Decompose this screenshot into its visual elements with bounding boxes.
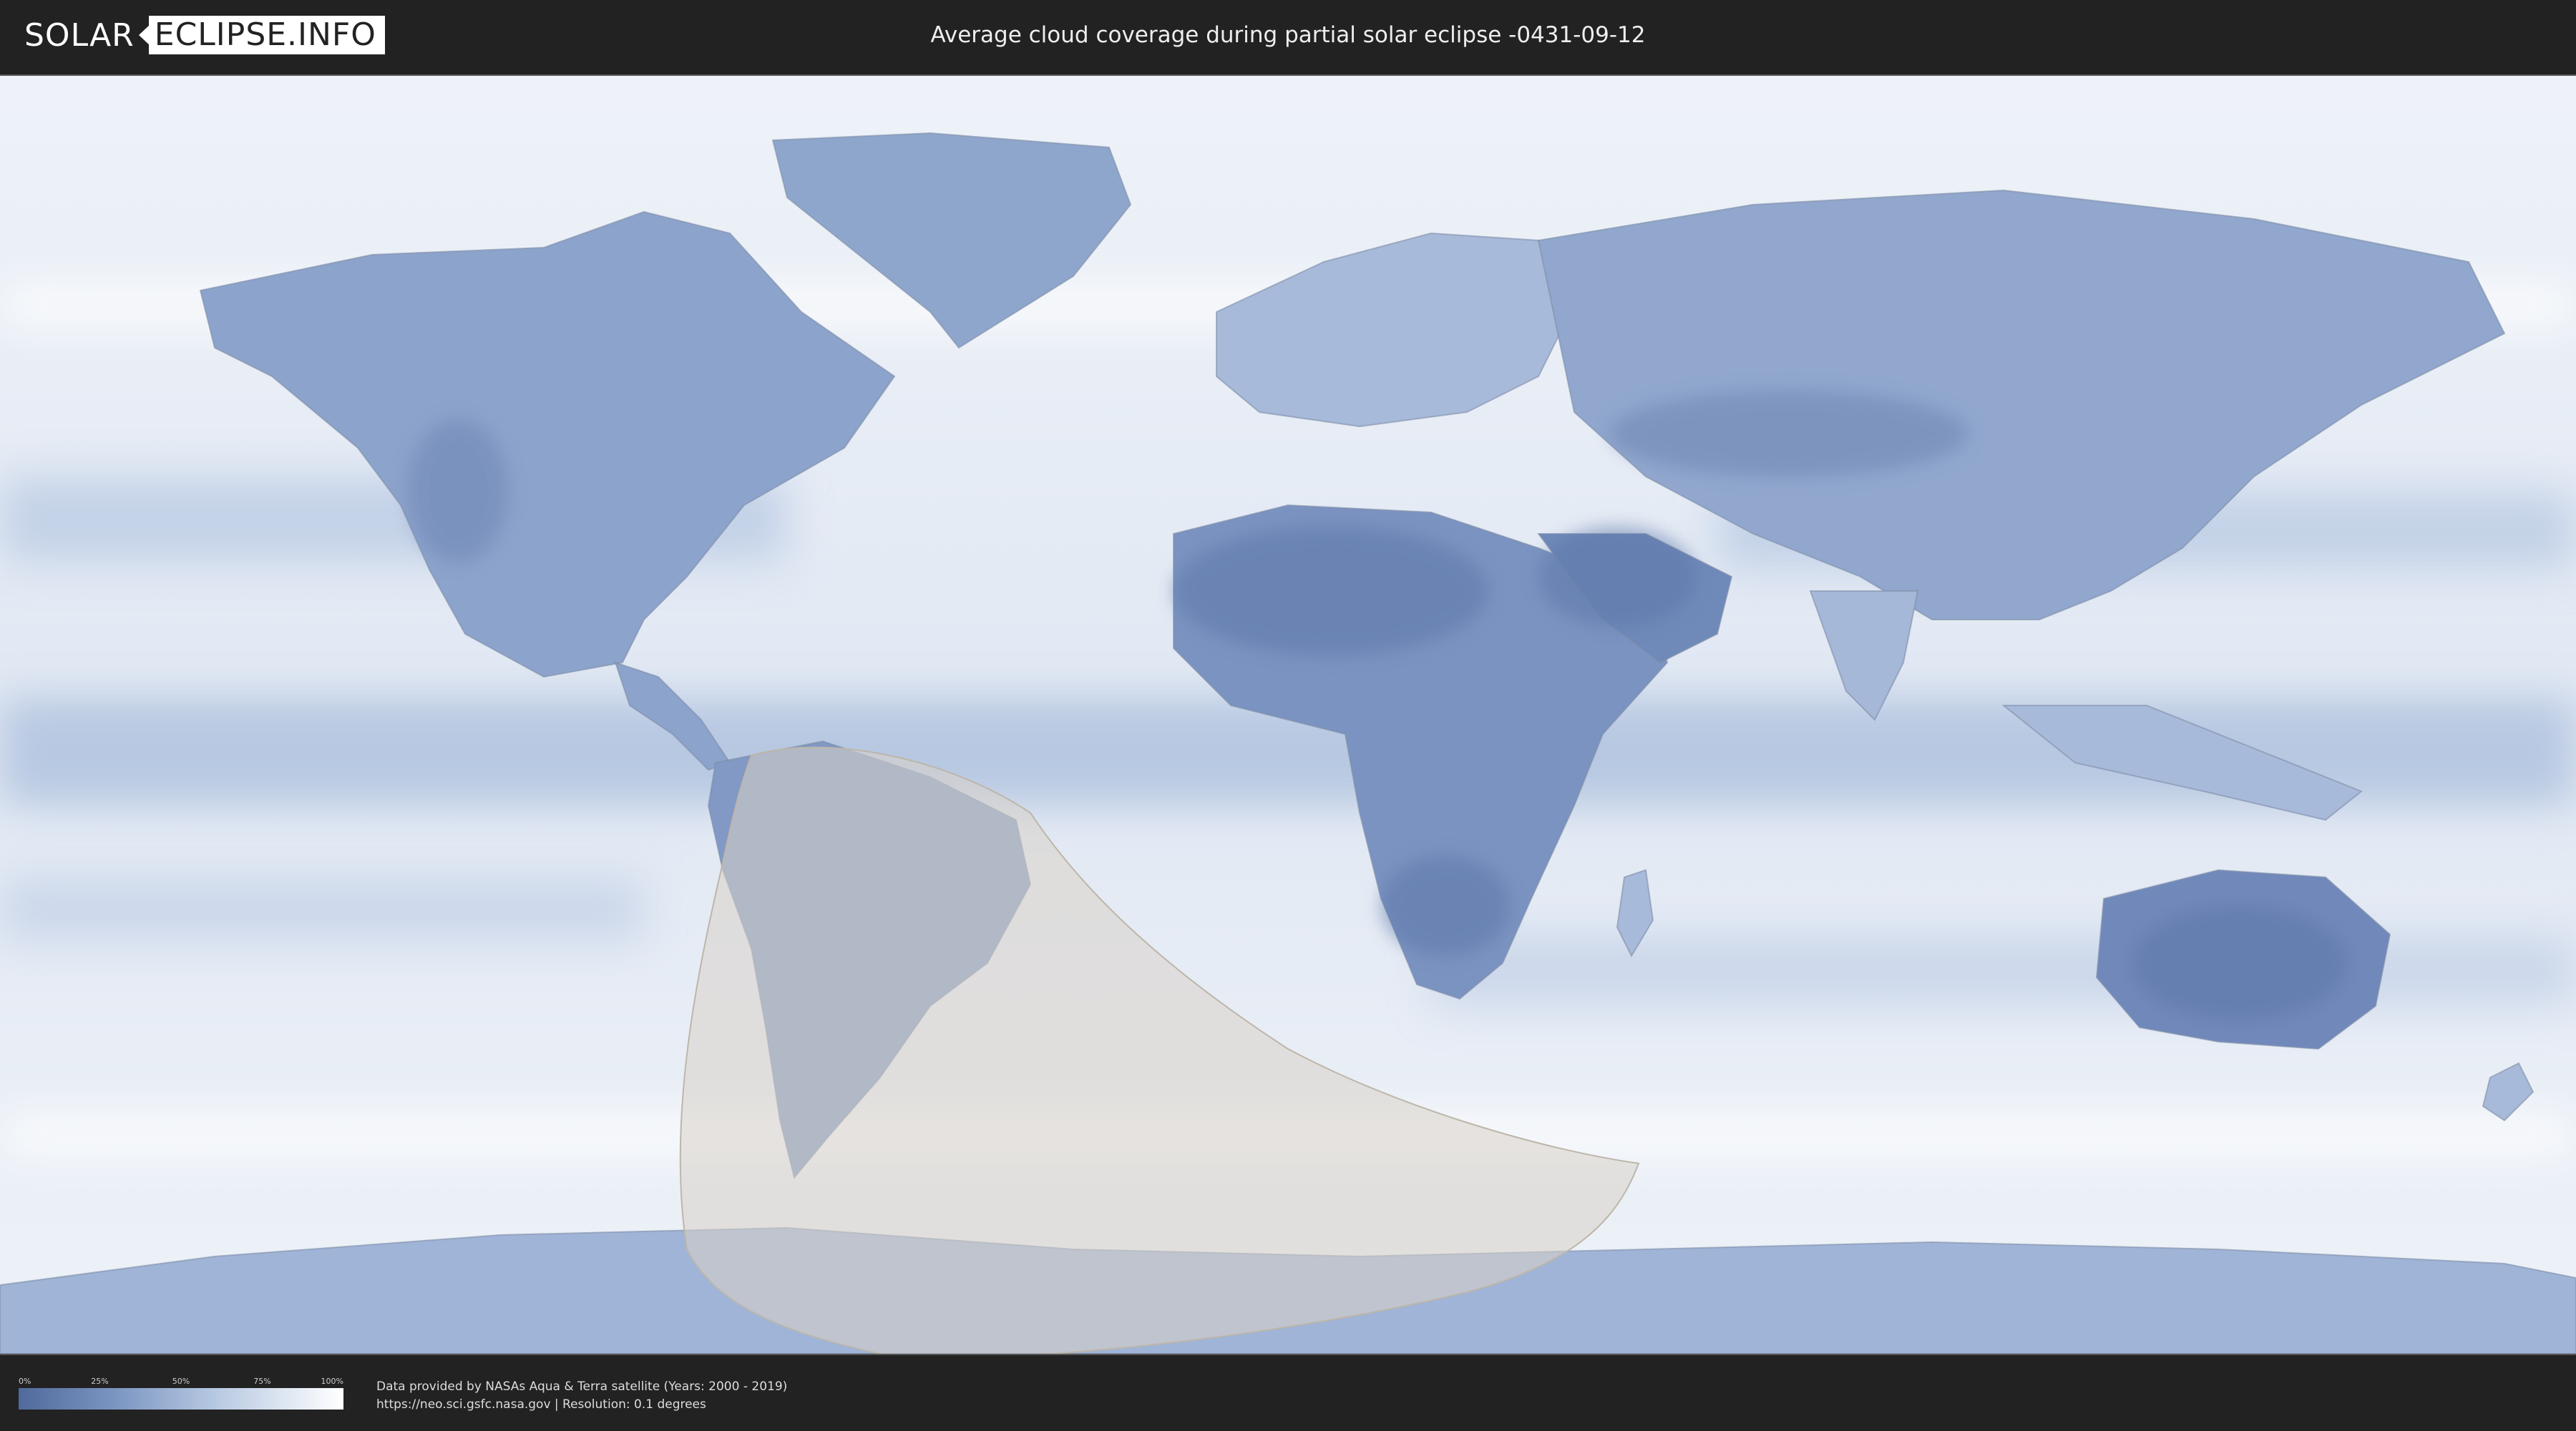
legend-color-bar — [19, 1388, 343, 1410]
legend-tick-50: 50% — [172, 1377, 190, 1386]
credits-line-url: https://neo.sci.gsfc.nasa.gov | Resoluti… — [376, 1397, 706, 1412]
world-map-svg — [0, 76, 2576, 1354]
credits-line-source: Data provided by NASAs Aqua & Terra sate… — [376, 1379, 788, 1394]
page-title: Average cloud coverage during partial so… — [930, 22, 1646, 48]
legend-tick-100: 100% — [321, 1377, 343, 1386]
cloud-coverage-map[interactable] — [0, 74, 2576, 1355]
legend-tick-25: 25% — [91, 1377, 109, 1386]
header-bar: SOLAR ECLIPSE.INFO Average cloud coverag… — [0, 0, 2576, 72]
legend-tick-75: 75% — [253, 1377, 271, 1386]
data-credits: Data provided by NASAs Aqua & Terra sate… — [376, 1378, 787, 1414]
legend-ticks: 0% 25% 50% 75% 100% — [19, 1377, 343, 1388]
legend-tick-0: 0% — [19, 1377, 31, 1386]
cloud-coverage-legend: 0% 25% 50% 75% 100% — [19, 1377, 343, 1410]
